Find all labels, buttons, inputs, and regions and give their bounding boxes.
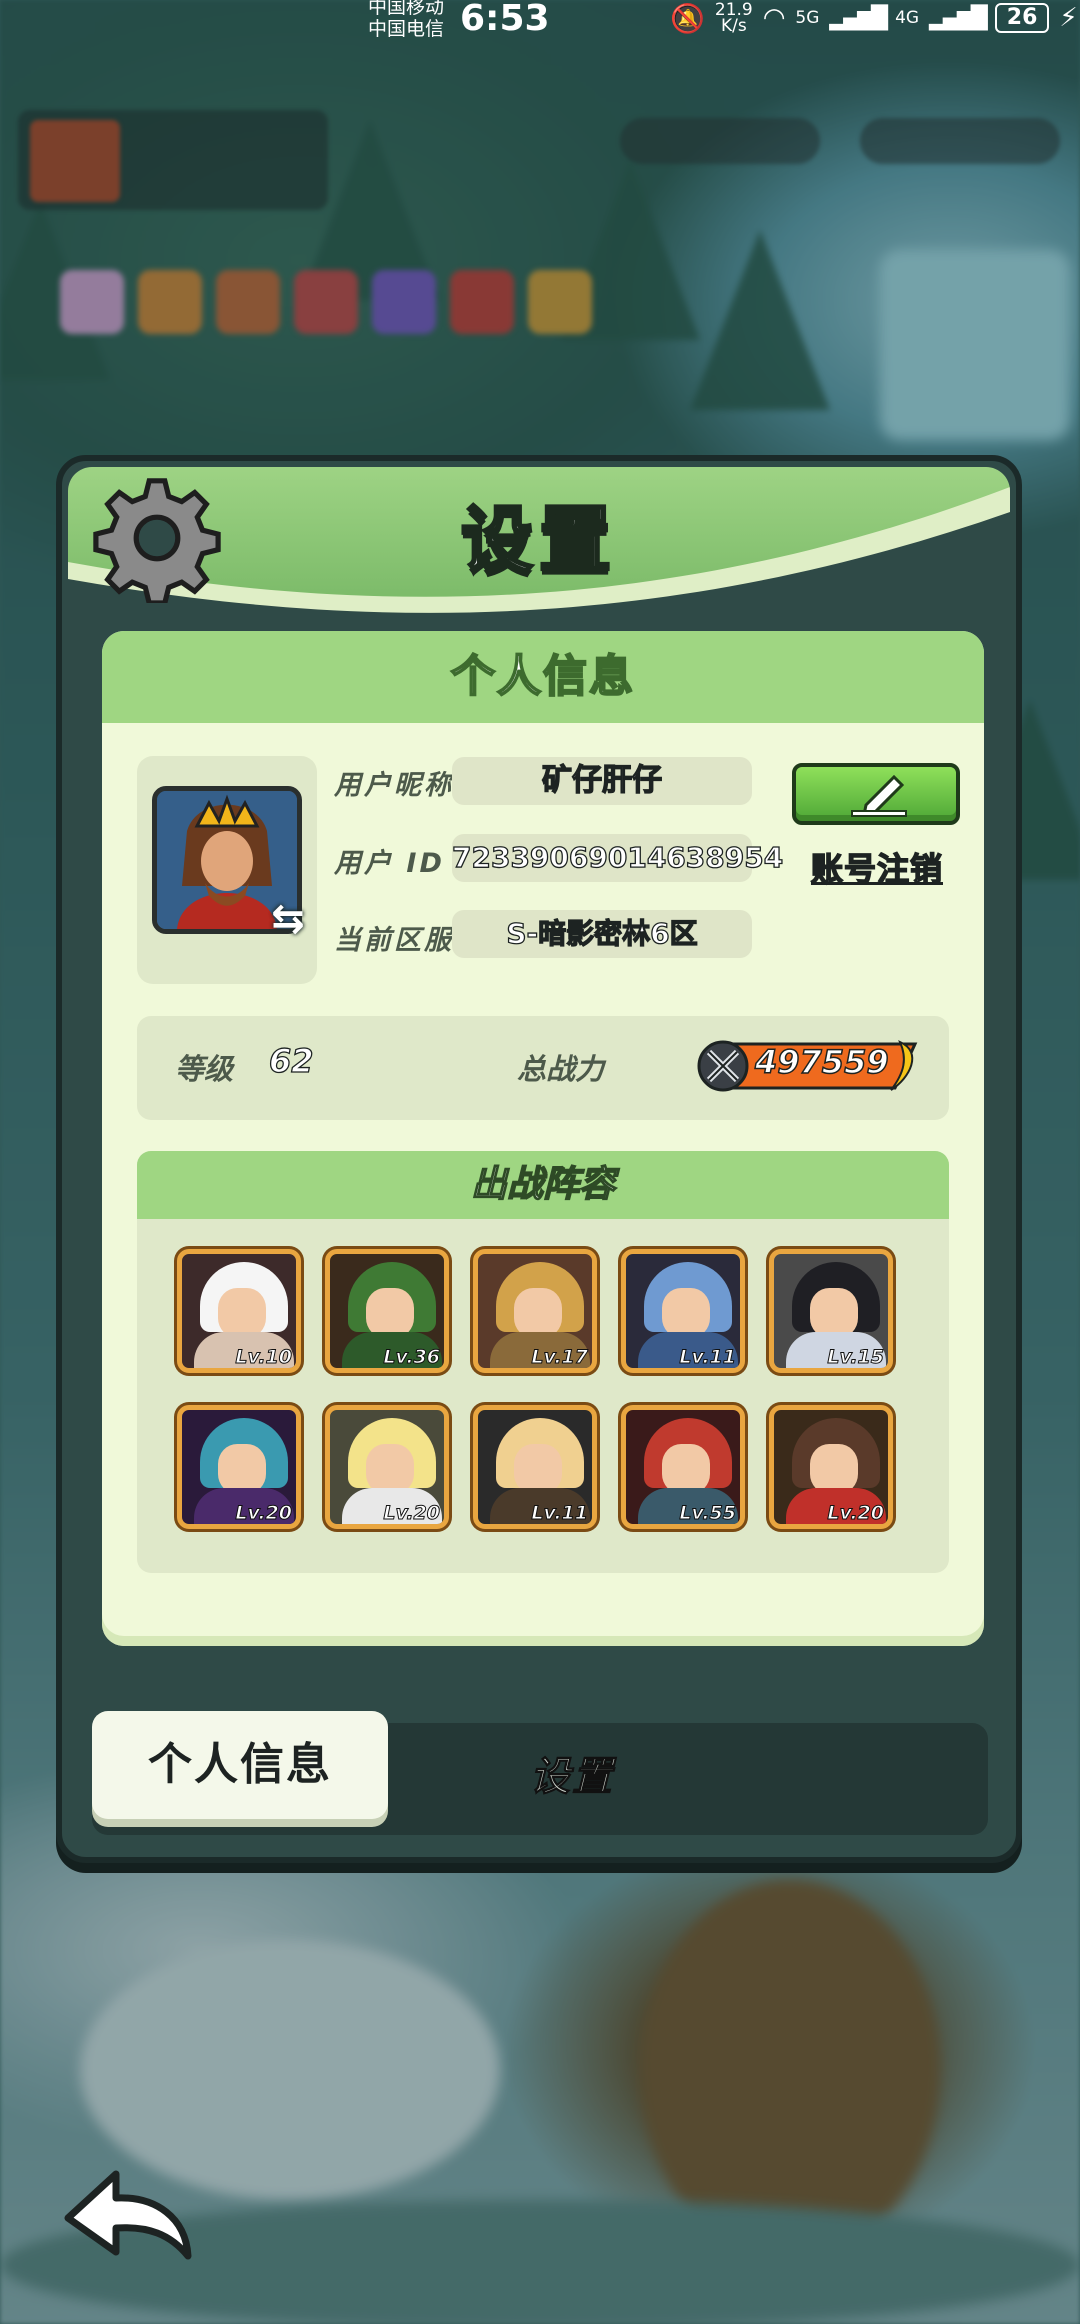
hero-face xyxy=(514,1444,562,1494)
carrier-labels: 中国移动 中国电信 xyxy=(368,0,444,40)
level-label: 等级 xyxy=(175,1052,234,1086)
userid-field: 72339069014638954 xyxy=(451,834,784,882)
stats-bar: 等级 62 总战力 497559 xyxy=(137,1016,949,1120)
status-bar: 中国移动 中国电信 6:53 🔕 21.9 K/s ◠ 5G ▂▄▆█ 4G ▂… xyxy=(0,0,1080,40)
personal-info-header: 个人信息 xyxy=(102,631,984,723)
account-cancel-link[interactable]: 账号注销 xyxy=(792,844,962,890)
settings-panel: 设置 个人信息 ⇆ 用户昵称 矿仔肝仔 用户 ID 72339069014638… xyxy=(56,455,1022,1863)
hero-card[interactable]: Lv.11 xyxy=(473,1405,597,1529)
clock: 6:53 xyxy=(460,0,550,39)
battery-indicator: 26 xyxy=(994,3,1050,33)
back-arrow-icon[interactable] xyxy=(58,2160,198,2270)
lineup-header: 出战阵容 xyxy=(137,1151,949,1219)
battle-lineup: 出战阵容 Lv.10 Lv.36 Lv.17 Lv.11 Lv.15 Lv.20 Lv.20… xyxy=(137,1151,949,1573)
mute-icon: 🔕 xyxy=(670,1,705,35)
wifi-icon: ◠ xyxy=(762,3,786,33)
panel-title: 设置 xyxy=(459,497,617,584)
hero-card[interactable]: Lv.55 xyxy=(621,1405,745,1529)
hero-face xyxy=(662,1288,710,1338)
hero-level: Lv.17 xyxy=(531,1346,589,1369)
level-value: 62 xyxy=(268,1041,314,1080)
hero-level: Lv.36 xyxy=(383,1346,441,1369)
carrier-1: 中国移动 xyxy=(368,0,445,18)
hero-card[interactable]: Lv.11 xyxy=(621,1249,745,1373)
hero-face xyxy=(662,1444,710,1494)
pencil-icon xyxy=(851,774,907,817)
network-2: 4G xyxy=(895,8,920,28)
avatar-box: ⇆ xyxy=(137,756,317,984)
edit-nickname-button[interactable] xyxy=(792,763,960,825)
power-label: 总战力 xyxy=(517,1052,605,1086)
hero-level: Lv.11 xyxy=(679,1346,737,1369)
hero-face xyxy=(218,1288,266,1338)
hero-card[interactable]: Lv.15 xyxy=(769,1249,893,1373)
status-icons: 🔕 21.9 K/s ◠ 5G ▂▄▆█ 4G ▂▄▆█ 26 ⚡ xyxy=(670,0,1078,36)
hero-level: Lv.11 xyxy=(531,1502,589,1525)
speed-indicator: 21.9 K/s xyxy=(714,0,753,36)
nickname-label: 用户昵称 xyxy=(334,770,454,801)
signal-icon: ▂▄▆█ xyxy=(829,5,888,31)
crossed-swords-icon xyxy=(697,1040,749,1092)
swap-icon[interactable]: ⇆ xyxy=(265,896,311,942)
userid-label: 用户 ID xyxy=(334,848,445,879)
hero-level: Lv.10 xyxy=(235,1346,293,1369)
hero-card[interactable]: Lv.20 xyxy=(325,1405,449,1529)
hero-grid: Lv.10 Lv.36 Lv.17 Lv.11 Lv.15 Lv.20 Lv.20 Lv.11… xyxy=(177,1249,917,1529)
hero-face xyxy=(366,1444,414,1494)
hero-face xyxy=(810,1444,858,1494)
hero-card[interactable]: Lv.17 xyxy=(473,1249,597,1373)
hero-face xyxy=(366,1288,414,1338)
nickname-field: 矿仔肝仔 xyxy=(452,757,752,805)
hero-level: Lv.55 xyxy=(679,1502,737,1525)
charging-icon: ⚡ xyxy=(1059,3,1078,33)
server-field: S-暗影密林6区 xyxy=(452,910,752,958)
hero-face xyxy=(218,1444,266,1494)
hero-level: Lv.20 xyxy=(383,1502,441,1525)
hero-card[interactable]: Lv.10 xyxy=(177,1249,301,1373)
hero-card[interactable]: Lv.20 xyxy=(177,1405,301,1529)
tab-personal-info[interactable]: 个人信息 xyxy=(92,1711,388,1819)
personal-info-card: 个人信息 ⇆ 用户昵称 矿仔肝仔 用户 ID 72339069014638954… xyxy=(102,631,984,1646)
hero-level: Lv.20 xyxy=(827,1502,885,1525)
signal-icon: ▂▄▆█ xyxy=(929,5,988,31)
power-value: 497559 xyxy=(754,1042,889,1082)
hero-card[interactable]: Lv.20 xyxy=(769,1405,893,1529)
carrier-2: 中国电信 xyxy=(368,18,445,40)
hero-level: Lv.15 xyxy=(827,1346,885,1369)
hero-level: Lv.20 xyxy=(235,1502,293,1525)
hero-face xyxy=(514,1288,562,1338)
server-label: 当前区服 xyxy=(334,925,454,956)
hero-face xyxy=(810,1288,858,1338)
hero-card[interactable]: Lv.36 xyxy=(325,1249,449,1373)
network-1: 5G xyxy=(795,8,820,28)
tab-settings[interactable]: 设置 xyxy=(462,1723,682,1831)
